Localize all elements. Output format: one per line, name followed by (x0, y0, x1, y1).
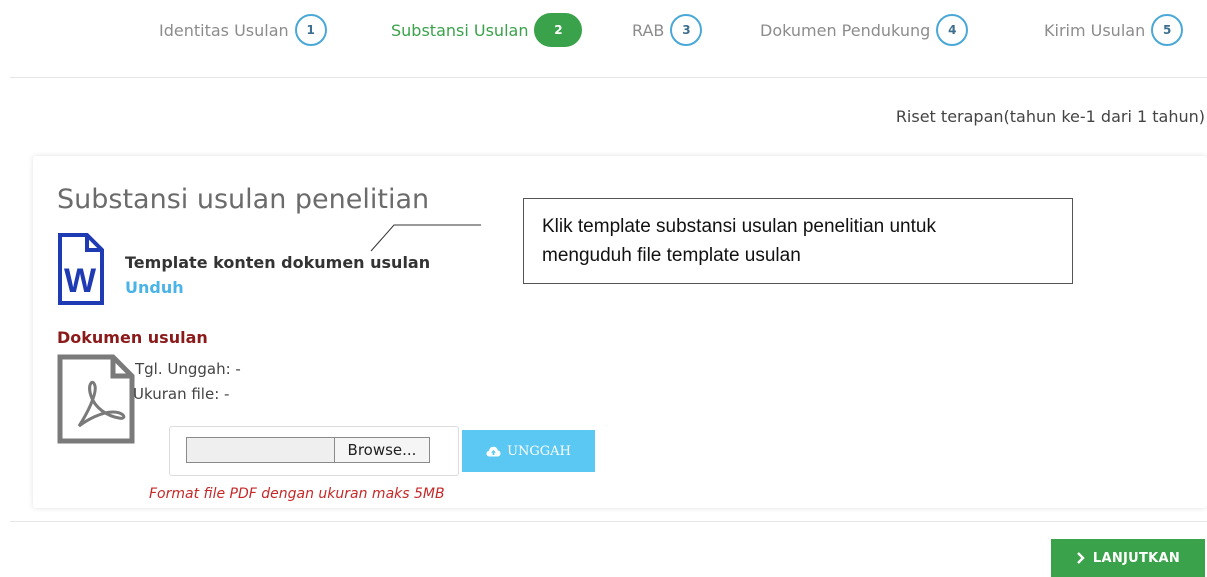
upload-date: Tgl. Unggah: - (135, 360, 241, 378)
top-divider (10, 77, 1207, 78)
step-number: 3 (670, 14, 703, 46)
step-number: 4 (936, 14, 969, 46)
wizard-stepper: Identitas Usulan 1 Substansi Usulan 2 RA… (0, 8, 1207, 56)
file-path-field[interactable] (186, 437, 334, 463)
step-number: 2 (534, 13, 583, 47)
step-number: 1 (294, 14, 327, 46)
scheme-info: Riset terapan(tahun ke-1 dari 1 tahun) (895, 107, 1205, 126)
word-icon-letter: W (64, 262, 97, 300)
document-section-title: Dokumen usulan (57, 328, 208, 347)
step-dokumen-pendukung[interactable]: Dokumen Pendukung 4 (760, 14, 969, 46)
file-input-group: Browse... (169, 426, 459, 476)
step-kirim-usulan[interactable]: Kirim Usulan 5 (1044, 14, 1184, 46)
download-template-link[interactable]: Unduh (125, 278, 184, 297)
callout-line-2: menguduh file template usulan (542, 245, 801, 266)
upload-label: UNGGAH (507, 443, 571, 459)
upload-button[interactable]: UNGGAH (462, 430, 595, 472)
next-button[interactable]: LANJUTKAN (1051, 539, 1205, 577)
step-label: Substansi Usulan (391, 20, 529, 40)
browse-button[interactable]: Browse... (334, 437, 430, 463)
template-label: Template konten dokumen usulan (125, 253, 431, 272)
panel-title: Substansi usulan penelitian (57, 184, 430, 215)
word-file-icon[interactable]: W (57, 232, 105, 306)
bottom-divider (10, 521, 1207, 522)
file-size: Ukuran file: - (133, 385, 230, 403)
chevron-right-icon (1077, 552, 1085, 564)
step-identitas-usulan[interactable]: Identitas Usulan 1 (159, 14, 327, 46)
step-label: Kirim Usulan (1044, 20, 1146, 40)
step-substansi-usulan[interactable]: Substansi Usulan 2 (391, 13, 583, 47)
format-note: Format file PDF dengan ukuran maks 5MB (149, 486, 445, 502)
step-label: Identitas Usulan (159, 20, 289, 40)
next-label: LANJUTKAN (1092, 550, 1181, 566)
cloud-upload-icon (486, 446, 501, 456)
step-number: 5 (1151, 14, 1184, 46)
step-label: RAB (632, 20, 665, 40)
instruction-callout: Klik template substansi usulan penelitia… (523, 198, 1073, 284)
callout-line-1: Klik template substansi usulan penelitia… (542, 216, 936, 237)
step-rab[interactable]: RAB 3 (632, 14, 703, 46)
pdf-file-icon (57, 354, 135, 444)
step-label: Dokumen Pendukung (760, 20, 931, 40)
